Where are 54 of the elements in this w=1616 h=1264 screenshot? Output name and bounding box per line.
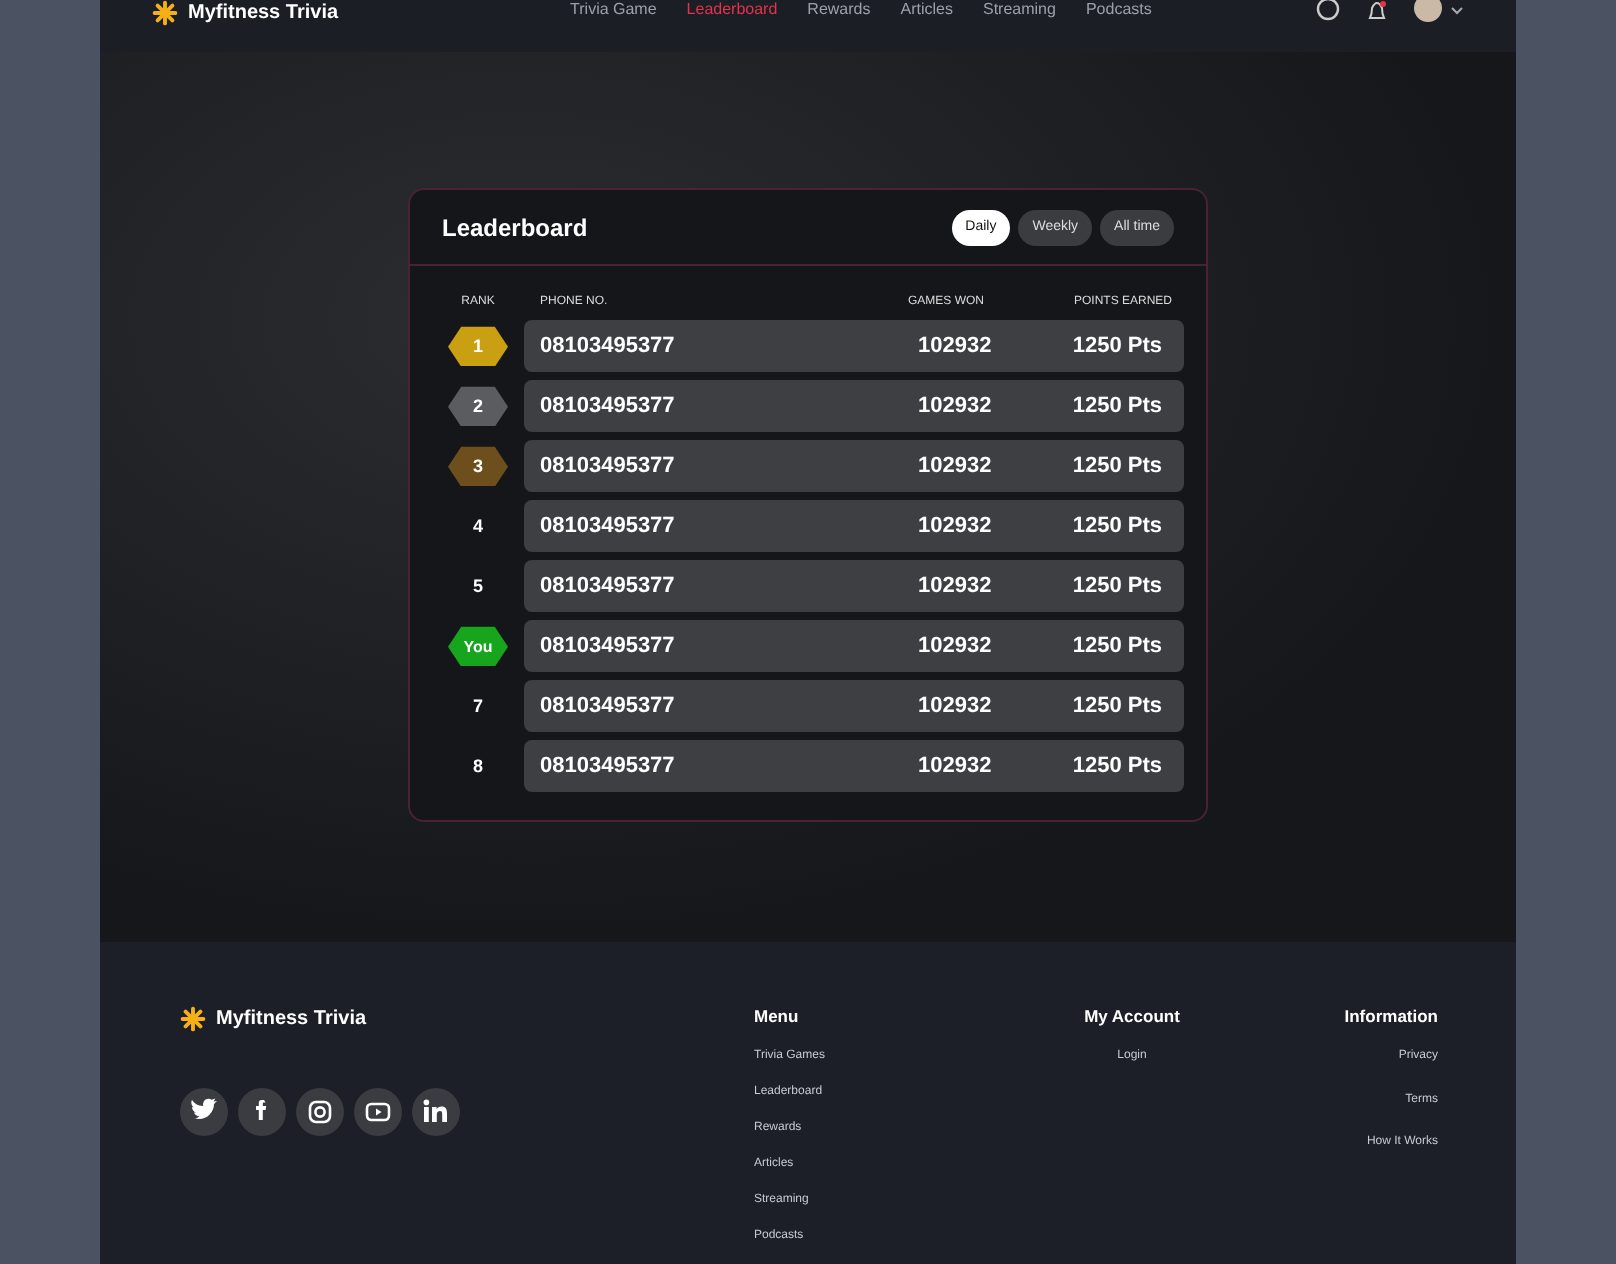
phone-number: 08103495377 xyxy=(540,694,677,719)
nav-link[interactable]: Podcasts xyxy=(1085,0,1152,18)
nav-link[interactable]: Rewards xyxy=(807,0,871,18)
footer-heading: Menu xyxy=(754,1006,801,1026)
footer-heading: Information xyxy=(1344,1006,1438,1026)
games-won: 102932 xyxy=(918,334,994,359)
rank-badge: 1 xyxy=(448,326,508,367)
rank-number: 8 xyxy=(470,754,485,781)
linkedin-icon[interactable] xyxy=(412,1088,460,1136)
nav-link[interactable]: Streaming xyxy=(982,0,1056,18)
points-earned: 1250 Pts xyxy=(1070,334,1162,359)
rank-number: 7 xyxy=(470,694,485,721)
games-won: 102932 xyxy=(918,454,994,479)
games-won: 102932 xyxy=(918,574,994,599)
points-earned: 1250 Pts xyxy=(1070,454,1162,479)
rank-number: 5 xyxy=(470,574,485,601)
points-earned: 1250 Pts xyxy=(1070,394,1162,419)
bell-icon[interactable] xyxy=(1366,0,1388,22)
nav-link[interactable]: Trivia Game xyxy=(570,0,657,18)
nav-link[interactable]: Articles xyxy=(900,0,953,18)
facebook-icon[interactable] xyxy=(238,1088,286,1136)
phone-number: 08103495377 xyxy=(540,394,677,419)
twitter-icon[interactable] xyxy=(180,1088,228,1136)
brand-name[interactable]: Myfitness Trivia xyxy=(188,2,339,24)
search-icon[interactable] xyxy=(1316,0,1342,22)
rank-badge: 3 xyxy=(448,446,508,487)
games-won: 102932 xyxy=(918,634,994,659)
rank-number: 4 xyxy=(470,514,485,541)
points-earned: 1250 Pts xyxy=(1070,634,1162,659)
points-earned: 1250 Pts xyxy=(1070,694,1162,719)
rank-badge: You xyxy=(448,626,508,667)
phone-number: 08103495377 xyxy=(540,754,677,779)
phone-number: 08103495377 xyxy=(540,514,677,539)
games-won: 102932 xyxy=(918,514,994,539)
points-earned: 1250 Pts xyxy=(1070,574,1162,599)
phone-number: 08103495377 xyxy=(540,574,677,599)
card-title: Leaderboard xyxy=(442,213,588,242)
nav-link[interactable]: Leaderboard xyxy=(686,0,778,18)
brand-name[interactable]: Myfitness Trivia xyxy=(216,1008,367,1030)
avatar-icon[interactable] xyxy=(1412,0,1464,22)
points-earned: 1250 Pts xyxy=(1070,514,1162,539)
sun-logo-icon xyxy=(180,1006,206,1032)
phone-number: 08103495377 xyxy=(540,634,677,659)
youtube-icon[interactable] xyxy=(354,1088,402,1136)
sun-logo-icon xyxy=(152,0,178,26)
points-earned: 1250 Pts xyxy=(1070,754,1162,779)
footer-heading: My Account xyxy=(1084,1006,1180,1026)
games-won: 102932 xyxy=(918,694,994,719)
games-won: 102932 xyxy=(918,754,994,779)
instagram-icon[interactable] xyxy=(296,1088,344,1136)
rank-badge: 2 xyxy=(448,386,508,427)
games-won: 102932 xyxy=(918,394,994,419)
phone-number: 08103495377 xyxy=(540,454,677,479)
phone-number: 08103495377 xyxy=(540,334,677,359)
